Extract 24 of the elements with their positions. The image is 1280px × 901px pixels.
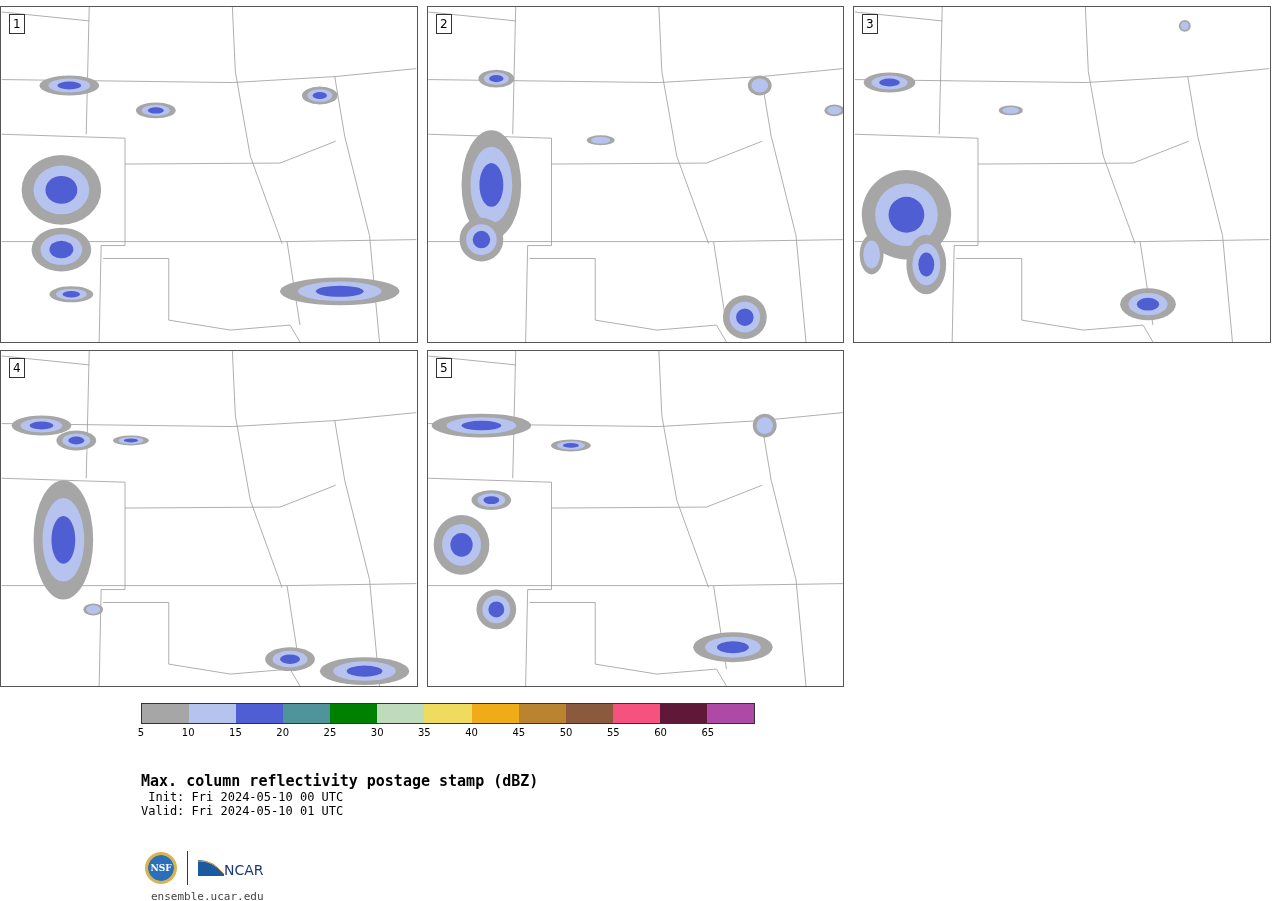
tick-label: 20 <box>276 727 290 738</box>
organization-logo: NCAR <box>198 858 264 878</box>
seal-logo: NSF <box>145 852 177 884</box>
website-url: ensemble.ucar.edu <box>150 890 265 901</box>
valid-time: Valid: Fri 2024-05-10 01 UTC <box>141 804 345 818</box>
panel-number: 3 <box>862 14 878 34</box>
tick-label: 50 <box>559 727 573 738</box>
tick-label: 45 <box>512 727 526 738</box>
init-time: Init: Fri 2024-05-10 00 UTC <box>147 790 345 804</box>
panel-number: 4 <box>9 358 25 378</box>
tick-label: 25 <box>323 727 337 738</box>
tick-label: 35 <box>418 727 431 738</box>
tick-label: 30 <box>370 727 384 738</box>
panel-number: 5 <box>436 358 452 378</box>
tick-label: 55 <box>606 727 620 738</box>
tick-label: 15 <box>229 727 242 738</box>
panel-number: 1 <box>9 14 25 34</box>
tick-label: 65 <box>701 727 715 738</box>
tick-label: 60 <box>654 727 667 738</box>
tick-label: 10 <box>181 727 195 738</box>
chart-title: Max. column reflectivity postage stamp (dBZ) <box>141 773 540 790</box>
tick-label: 40 <box>465 727 478 738</box>
tick-label: 5 <box>137 727 145 738</box>
panel-number: 2 <box>436 14 452 34</box>
